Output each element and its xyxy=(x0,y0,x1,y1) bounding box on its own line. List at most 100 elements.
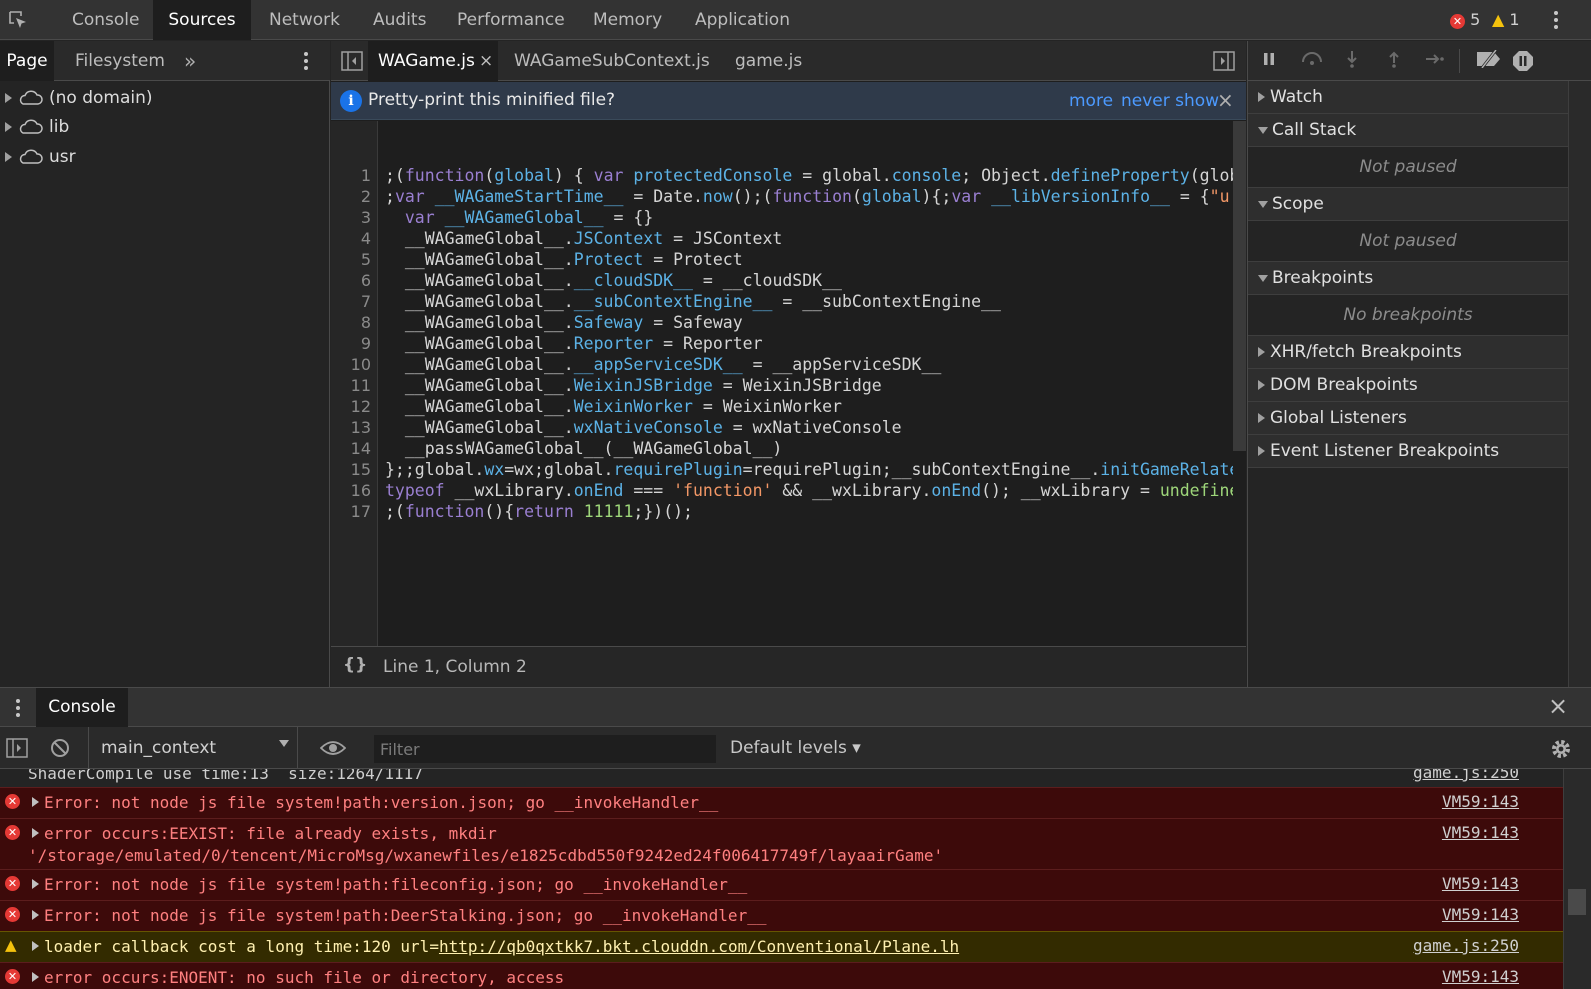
tab-network[interactable]: Network xyxy=(251,0,358,40)
line-number[interactable]: 2 xyxy=(331,186,371,207)
section-call-stack[interactable]: Call Stack xyxy=(1248,114,1568,147)
line-number[interactable]: 6 xyxy=(331,270,371,291)
line-number[interactable]: 4 xyxy=(331,228,371,249)
tab-sources[interactable]: Sources xyxy=(153,0,251,40)
more-tabs-icon[interactable]: » xyxy=(176,41,204,81)
tab-memory[interactable]: Memory xyxy=(575,0,680,40)
code-token: WeixinJSBridge xyxy=(573,376,713,395)
devtools-menu-icon[interactable] xyxy=(1550,8,1562,32)
expand-icon[interactable] xyxy=(5,152,12,162)
context-selector[interactable]: main_context xyxy=(88,727,298,769)
live-expression-eye-icon[interactable] xyxy=(320,739,346,757)
line-number[interactable]: 13 xyxy=(331,417,371,438)
expand-icon[interactable] xyxy=(5,122,12,132)
line-number[interactable]: 10 xyxy=(331,354,371,375)
console-scrollbar[interactable] xyxy=(1563,769,1591,989)
console-messages[interactable]: ShaderCompile use time:13 size:1264/1117… xyxy=(0,769,1563,989)
drawer-menu-icon[interactable] xyxy=(12,696,24,720)
section-xhr-breakpoints[interactable]: XHR/fetch Breakpoints xyxy=(1248,336,1568,369)
expand-icon[interactable] xyxy=(32,941,39,951)
tree-item-lib[interactable]: lib xyxy=(0,113,69,141)
line-number[interactable]: 1 xyxy=(331,165,371,186)
pause-on-exceptions-icon[interactable] xyxy=(1512,50,1534,72)
debugger-scrollbar[interactable] xyxy=(1568,81,1591,687)
line-number[interactable]: 7 xyxy=(331,291,371,312)
section-dom-breakpoints[interactable]: DOM Breakpoints xyxy=(1248,369,1568,402)
tab-filesystem[interactable]: Filesystem xyxy=(67,41,173,81)
line-number[interactable]: 14 xyxy=(331,438,371,459)
line-number[interactable]: 15 xyxy=(331,459,371,480)
expand-icon[interactable] xyxy=(32,797,39,807)
tree-item-no-domain[interactable]: (no domain) xyxy=(0,84,153,112)
line-number[interactable]: 8 xyxy=(331,312,371,333)
section-title: DOM Breakpoints xyxy=(1270,375,1418,395)
step-out-icon[interactable] xyxy=(1383,50,1405,72)
step-icon[interactable] xyxy=(1424,50,1446,72)
never-show-link[interactable]: never show xyxy=(1121,91,1219,111)
message-source-link[interactable]: VM59:143 xyxy=(1442,823,1519,842)
expand-icon[interactable] xyxy=(32,972,39,982)
tab-page[interactable]: Page xyxy=(0,41,54,81)
drawer-tab-console[interactable]: Console xyxy=(36,688,128,727)
section-global-listeners[interactable]: Global Listeners xyxy=(1248,402,1568,435)
tree-item-usr[interactable]: usr xyxy=(0,143,76,171)
step-over-icon[interactable] xyxy=(1300,50,1322,72)
cloud-icon xyxy=(19,119,43,134)
expand-icon[interactable] xyxy=(32,828,39,838)
step-into-icon[interactable] xyxy=(1341,50,1363,72)
error-counter[interactable]: ✕ 5 xyxy=(1450,10,1480,29)
message-text-continued: '/storage/emulated/0/tencent/MicroMsg/wx… xyxy=(28,846,944,865)
line-number[interactable]: 17 xyxy=(331,501,371,522)
deactivate-breakpoints-icon[interactable] xyxy=(1474,49,1504,72)
clear-console-icon[interactable] xyxy=(50,738,70,758)
message-source-link[interactable]: VM59:143 xyxy=(1442,792,1519,811)
message-source-link[interactable]: game.js:250 xyxy=(1413,936,1519,955)
editor-vertical-scrollbar[interactable] xyxy=(1233,121,1246,451)
scope-empty: Not paused xyxy=(1248,221,1568,262)
close-infobar-icon[interactable]: × xyxy=(1217,88,1234,112)
tab-audits[interactable]: Audits xyxy=(355,0,444,40)
tab-console[interactable]: Console xyxy=(54,0,158,40)
line-number[interactable]: 3 xyxy=(331,207,371,228)
scroll-thumb[interactable] xyxy=(1568,889,1586,915)
line-number[interactable]: 9 xyxy=(331,333,371,354)
message-source-link[interactable]: game.js:250 xyxy=(1413,769,1519,782)
pretty-print-button[interactable]: {} xyxy=(343,655,367,675)
show-sidebar-icon[interactable] xyxy=(6,738,28,758)
message-source-link[interactable]: VM59:143 xyxy=(1442,967,1519,986)
code-area[interactable]: ;(function(global) { var protectedConsol… xyxy=(385,121,1233,646)
section-watch[interactable]: Watch xyxy=(1248,81,1568,114)
inspect-element-icon[interactable] xyxy=(8,10,28,30)
tab-wagame-js[interactable]: WAGame.js × xyxy=(368,41,498,81)
message-url-link[interactable]: http://qb0qxtkk7.bkt.clouddn.com/Convent… xyxy=(439,937,959,956)
toggle-navigator-icon[interactable] xyxy=(341,51,363,71)
section-event-listener-breakpoints[interactable]: Event Listener Breakpoints xyxy=(1248,435,1568,468)
line-number[interactable]: 5 xyxy=(331,249,371,270)
code-token: return xyxy=(514,502,574,521)
close-tab-icon[interactable]: × xyxy=(479,41,493,81)
toggle-debugger-icon[interactable] xyxy=(1213,51,1235,71)
tab-performance[interactable]: Performance xyxy=(439,0,583,40)
warning-counter[interactable]: ▲ 1 xyxy=(1492,10,1520,29)
line-number[interactable]: 12 xyxy=(331,396,371,417)
section-scope[interactable]: Scope xyxy=(1248,188,1568,221)
pause-icon[interactable] xyxy=(1258,50,1280,72)
close-drawer-icon[interactable]: × xyxy=(1548,692,1568,720)
log-levels-dropdown[interactable]: Default levels ▾ xyxy=(730,738,861,758)
tab-game-js[interactable]: game.js xyxy=(725,41,812,81)
console-settings-gear-icon[interactable] xyxy=(1550,738,1572,760)
navigator-menu-icon[interactable] xyxy=(300,49,312,73)
line-number[interactable]: 16 xyxy=(331,480,371,501)
tab-application[interactable]: Application xyxy=(677,0,808,40)
code-line: __WAGameGlobal__.__subContextEngine__ = … xyxy=(385,292,1001,311)
more-link[interactable]: more xyxy=(1069,91,1113,111)
expand-icon[interactable] xyxy=(32,879,39,889)
console-filter-input[interactable] xyxy=(374,735,716,763)
line-number[interactable]: 11 xyxy=(331,375,371,396)
section-breakpoints[interactable]: Breakpoints xyxy=(1248,262,1568,295)
message-source-link[interactable]: VM59:143 xyxy=(1442,905,1519,924)
message-source-link[interactable]: VM59:143 xyxy=(1442,874,1519,893)
expand-icon[interactable] xyxy=(32,910,39,920)
expand-icon[interactable] xyxy=(5,93,12,103)
tab-wagamesubcontext-js[interactable]: WAGameSubContext.js xyxy=(504,41,720,81)
